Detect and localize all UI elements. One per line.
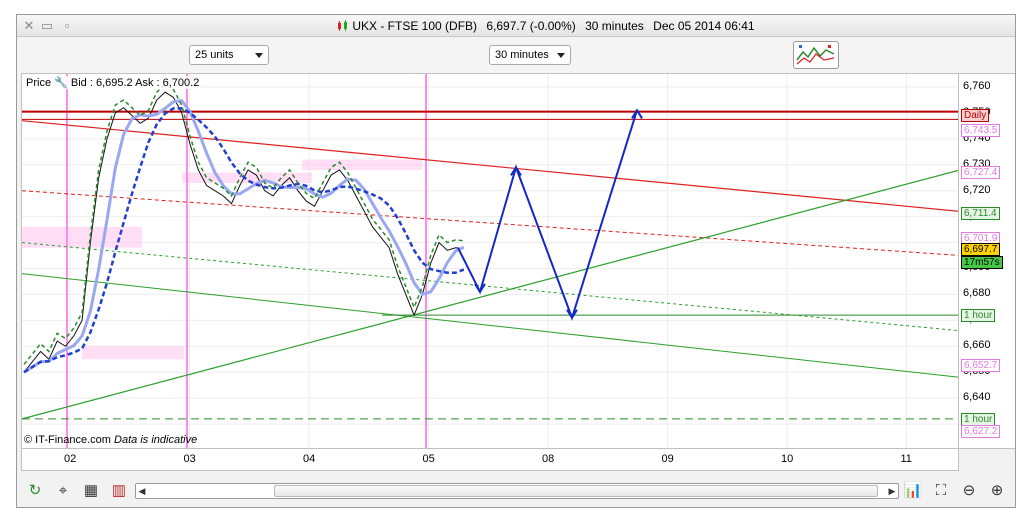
zoom-in-icon[interactable]: ⊕ [987,481,1007,501]
x-tick-label: 02 [64,453,77,465]
studies-icon [796,45,835,65]
x-axis: 02 03 04 05 08 09 10 11 [21,449,959,471]
units-select-value: 25 units [195,49,234,61]
chevron-down-icon [255,53,263,58]
x-tick-label: 04 [303,453,316,465]
horizontal-scrollbar[interactable]: ◀ ▶ [135,483,899,499]
title-price: 6,697.7 (-0.00%) [486,19,576,33]
ma-green-line [23,83,464,365]
chart-footer: © IT-Finance.com Data is indicative [24,434,197,446]
wrench-icon[interactable]: 🔧 [54,77,68,89]
red-dashed-trend-line [22,190,958,256]
chart-area[interactable]: Price 🔧 Bid : 6,695.2 Ask : 6,700.2 © IT… [21,73,959,449]
scroll-right-icon[interactable]: ▶ [886,484,898,498]
red-trend-line [22,120,958,212]
y-tick-label: 6,660 [963,339,991,352]
price-chart[interactable] [22,74,959,449]
scroll-left-icon[interactable]: ◀ [136,484,148,498]
green-trend-line [22,273,958,378]
price-tag: 6,652.7 [961,359,1001,373]
price-tag: 6,743.5 [961,123,1001,137]
title-datetime: Dec 05 2014 06:41 [653,19,755,33]
chart-window: ✕ ▭ ▫ UKX - FTSE 100 (DFB) 6,697.7 (-0.0… [16,14,1016,508]
y-tick-label: 6,680 [963,287,991,300]
candlestick-icon [338,20,347,31]
x-tick-label: 09 [661,453,674,465]
chart-header: Price 🔧 Bid : 6,695.2 Ask : 6,700.2 [24,76,202,89]
zoom-fit-icon[interactable]: ⛶ [931,481,951,501]
title-symbol: UKX - FTSE 100 (DFB) [352,19,478,33]
pivot-zone [302,159,422,170]
interval-select-value: 30 minutes [495,49,549,61]
x-tick-label: 05 [422,453,435,465]
price-tag: 6,627.2 [961,425,1001,439]
source-label: © IT-Finance.com [24,434,111,446]
window-title: UKX - FTSE 100 (DFB) 6,697.7 (-0.00%) 30… [337,19,761,33]
title-interval: 30 minutes [585,19,644,33]
price-tag: 6,697.7 [961,242,1001,256]
price-tag: Daily [961,109,990,123]
price-label: Price [26,77,52,89]
indicative-note: Data is indicative [114,434,198,446]
restore-icon[interactable]: ▫ [59,18,75,34]
projection-arrowhead [474,283,486,294]
interval-select[interactable]: 30 minutes [489,45,571,65]
top-toolbar: 25 units 30 minutes [17,37,1015,73]
bottom-toolbar: ↻ ⌖ ▦ ▥ ◀ ▶ 📊 ⛶ ⊖ ⊕ [17,477,1015,507]
close-icon[interactable]: ✕ [21,18,37,34]
table-icon[interactable]: ▦ [81,481,101,501]
y-tick-label: 6,720 [963,183,991,196]
zoom-out-icon[interactable]: ⊖ [959,481,979,501]
studies-button[interactable] [793,41,839,69]
x-tick-label: 11 [900,453,912,465]
minimize-icon[interactable]: ▭ [39,18,55,34]
price-tag: 6,727.4 [961,165,1001,179]
bid-ask-label: Bid : 6,695.2 Ask : 6,700.2 [70,77,200,89]
price-tag: 1 hour [961,309,996,323]
title-bar: ✕ ▭ ▫ UKX - FTSE 100 (DFB) 6,697.7 (-0.0… [17,15,1015,37]
chart-refresh-icon[interactable]: ↻ [25,481,45,501]
x-tick-label: 08 [542,453,555,465]
crosshair-icon[interactable]: ⌖ [53,481,73,501]
units-select[interactable]: 25 units [189,45,269,65]
y-tick-label: 6,760 [963,79,991,92]
x-tick-label: 03 [183,453,196,465]
price-tag: 6,711.4 [961,206,1000,220]
price-tag: 1 hour [961,412,996,426]
y-axis: 6,7606,7506,7406,7306,7206,7106,7006,690… [959,73,1015,449]
price-tag: 17m57s [961,256,1003,269]
pivot-zone [82,346,184,360]
y-tick-label: 6,640 [963,391,991,404]
candles-icon[interactable]: ▥ [109,481,129,501]
x-tick-label: 10 [781,453,794,465]
scroll-thumb[interactable] [274,485,878,497]
chart-type-icon[interactable]: 📊 [903,481,923,501]
projection-arrowhead [566,309,578,320]
chevron-down-icon [557,53,565,58]
